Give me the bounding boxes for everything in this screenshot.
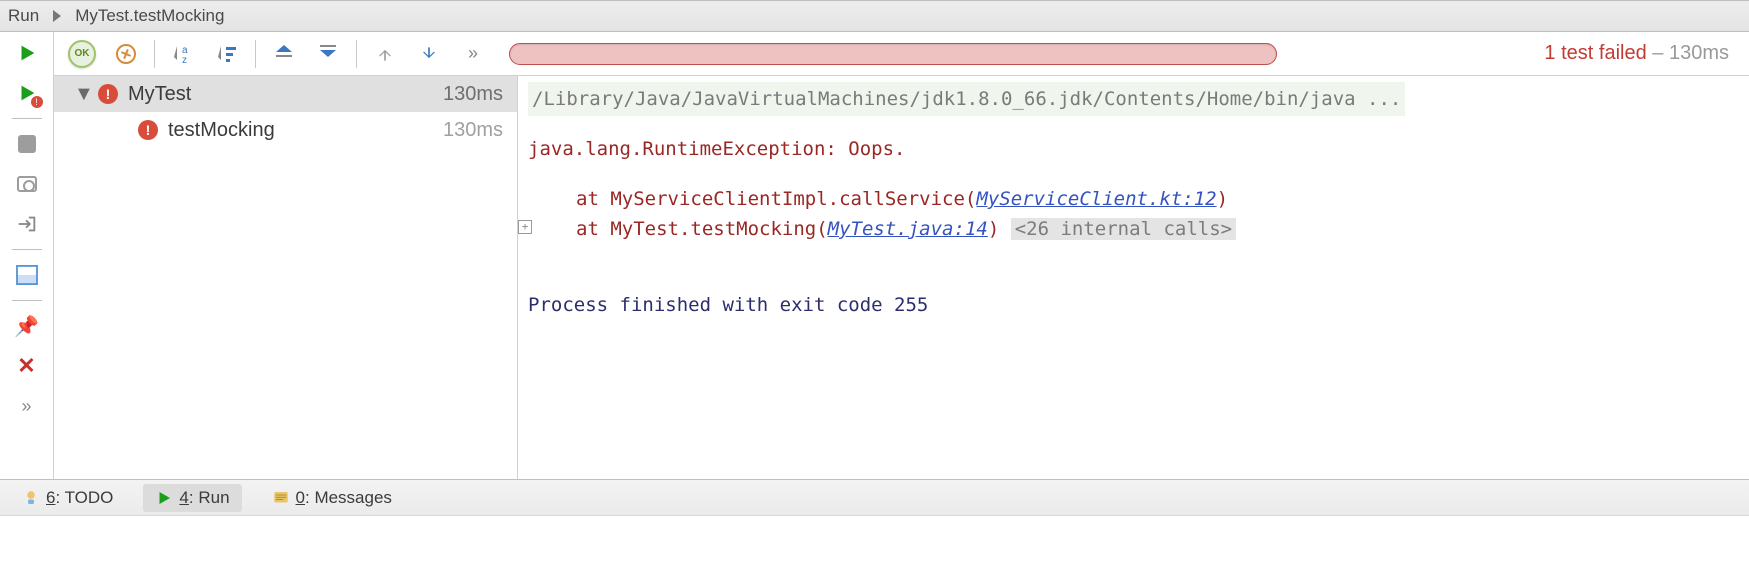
test-progress-bar bbox=[509, 43, 1277, 65]
tab-label: 6: TODO bbox=[46, 488, 113, 508]
collapse-all-button[interactable] bbox=[310, 38, 346, 70]
test-tree-panel: ▼ ! MyTest 130ms ! testMocking 130ms bbox=[54, 76, 518, 479]
tab-messages[interactable]: 0: Messages bbox=[260, 484, 404, 512]
run-config-name: MyTest.testMocking bbox=[75, 6, 224, 26]
tab-todo[interactable]: 6: TODO bbox=[10, 484, 125, 512]
stop-button[interactable] bbox=[9, 129, 45, 159]
sort-alphabetically-button[interactable]: az bbox=[165, 38, 201, 70]
run-config-arrow-icon bbox=[47, 6, 67, 26]
console-output[interactable]: /Library/Java/JavaVirtualMachines/jdk1.8… bbox=[518, 76, 1749, 479]
previous-failed-button[interactable] bbox=[367, 38, 403, 70]
error-badge-icon: ! bbox=[138, 120, 158, 140]
ok-badge-icon: OK bbox=[68, 40, 96, 68]
status-fail-count: 1 test failed bbox=[1544, 42, 1646, 64]
console-exit-line: Process finished with exit code 255 bbox=[528, 290, 1739, 320]
dump-threads-button[interactable] bbox=[9, 169, 45, 199]
test-class-duration: 130ms bbox=[443, 83, 503, 106]
pin-button[interactable]: 📌 bbox=[9, 311, 45, 341]
run-icon bbox=[155, 489, 173, 507]
console-command-line: /Library/Java/JavaVirtualMachines/jdk1.8… bbox=[528, 82, 1739, 116]
show-ignored-toggle[interactable] bbox=[108, 38, 144, 70]
rerun-button[interactable] bbox=[9, 38, 45, 68]
divider bbox=[12, 249, 42, 250]
separator bbox=[154, 40, 155, 68]
divider bbox=[12, 118, 42, 119]
close-button[interactable]: ✕ bbox=[9, 351, 45, 381]
status-duration: 130ms bbox=[1669, 42, 1729, 64]
separator bbox=[255, 40, 256, 68]
separator bbox=[356, 40, 357, 68]
sort-by-duration-button[interactable] bbox=[209, 38, 245, 70]
fold-expand-button[interactable]: + bbox=[518, 220, 532, 234]
tab-run[interactable]: 4: Run bbox=[143, 484, 241, 512]
bottom-tabs-bar: 6: TODO 4: Run 0: Messages bbox=[0, 479, 1749, 515]
rerun-failed-button[interactable]: ! bbox=[9, 78, 45, 108]
tab-label: 4: Run bbox=[179, 488, 229, 508]
left-action-rail: ! 📌 ✕ » bbox=[0, 32, 54, 479]
expand-all-button[interactable] bbox=[266, 38, 302, 70]
internal-calls-folded[interactable]: <26 internal calls> bbox=[1011, 218, 1236, 240]
tool-window-name: Run bbox=[8, 6, 39, 26]
status-tray bbox=[0, 515, 1749, 539]
error-badge-icon: ! bbox=[98, 84, 118, 104]
messages-icon bbox=[272, 489, 290, 507]
collapse-arrow-icon[interactable]: ▼ bbox=[74, 83, 92, 106]
layout-button[interactable] bbox=[9, 260, 45, 290]
stack-trace-link[interactable]: MyServiceClient.kt:12 bbox=[976, 188, 1216, 210]
next-failed-button[interactable] bbox=[411, 38, 447, 70]
test-toolbar: OK az bbox=[54, 32, 1749, 76]
console-stack-frame: at MyTest.testMocking(MyTest.java:14) <2… bbox=[528, 214, 1739, 244]
tab-label: 0: Messages bbox=[296, 488, 392, 508]
console-exception-line: java.lang.RuntimeException: Oops. bbox=[528, 134, 1739, 164]
run-tool-window-header: Run MyTest.testMocking bbox=[0, 0, 1749, 32]
more-actions-button[interactable]: » bbox=[9, 391, 45, 421]
test-method-name: testMocking bbox=[168, 119, 275, 142]
divider bbox=[12, 300, 42, 301]
show-passed-toggle[interactable]: OK bbox=[64, 38, 100, 70]
test-method-duration: 130ms bbox=[443, 119, 503, 142]
todo-icon bbox=[22, 489, 40, 507]
test-tree-child-row[interactable]: ! testMocking 130ms bbox=[54, 112, 517, 148]
status-separator: – bbox=[1647, 42, 1669, 64]
stack-trace-link[interactable]: MyTest.java:14 bbox=[828, 218, 988, 240]
toolbar-more-button[interactable]: » bbox=[455, 38, 491, 70]
console-stack-frame: at MyServiceClientImpl.callService(MySer… bbox=[528, 184, 1739, 214]
exit-button[interactable] bbox=[9, 209, 45, 239]
test-class-name: MyTest bbox=[128, 83, 191, 106]
test-tree-root-row[interactable]: ▼ ! MyTest 130ms bbox=[54, 76, 517, 112]
test-status-text: 1 test failed – 130ms bbox=[1544, 42, 1729, 65]
svg-text:z: z bbox=[182, 55, 187, 66]
